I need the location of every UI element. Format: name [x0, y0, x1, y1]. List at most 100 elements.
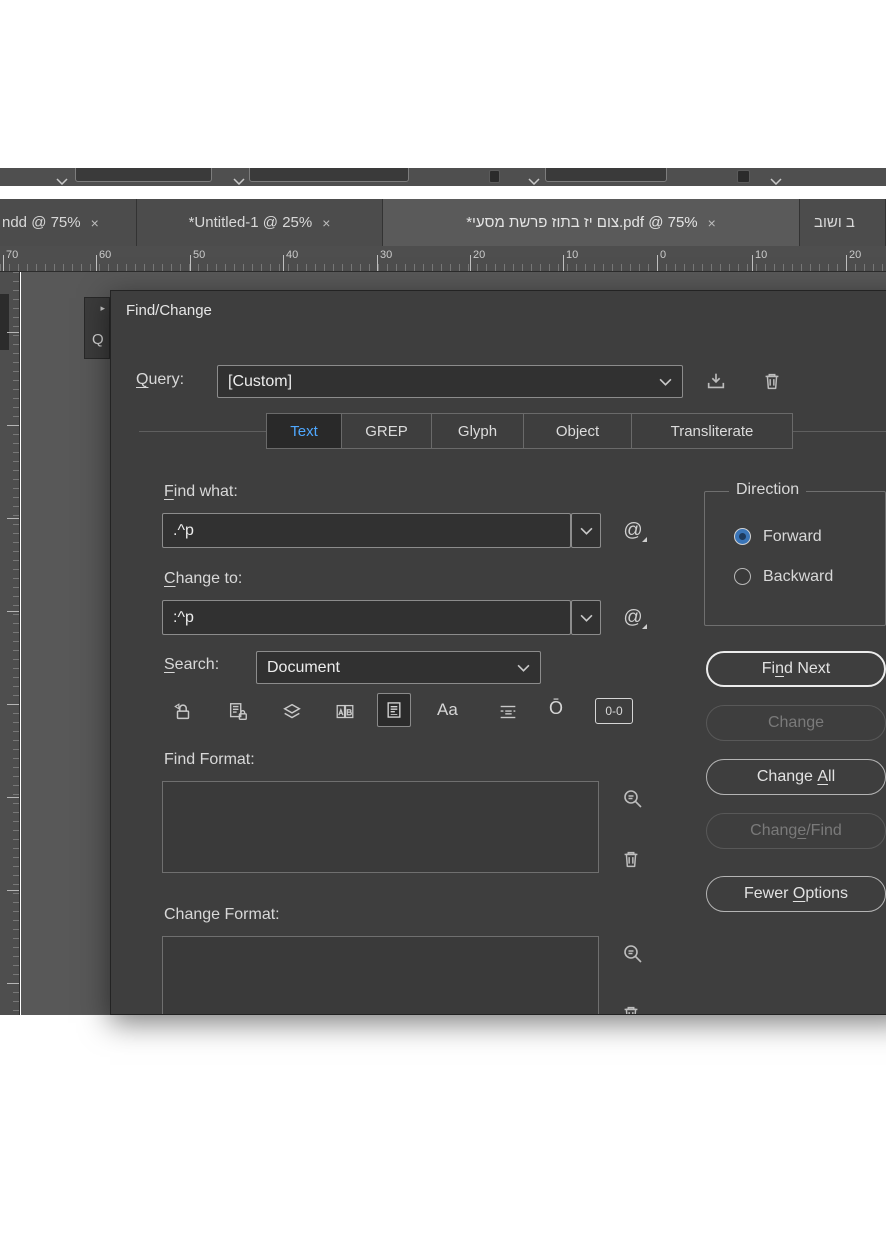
group-border: [139, 431, 266, 432]
query-dropdown[interactable]: [Custom]: [217, 365, 683, 398]
ruler-number: 0: [660, 249, 667, 261]
ruler-number: 10: [566, 249, 579, 261]
toolbar-dropdown-fragment[interactable]: [75, 168, 212, 182]
ruler-number: 10: [755, 249, 768, 261]
document-tab-label: ב ושוב: [814, 214, 855, 231]
find-what-label: Find what:: [164, 483, 238, 500]
screenshot-root: ndd @ 75% × *Untitled-1 @ 25% × *צום יז …: [0, 0, 886, 1240]
ruler-number: 40: [286, 249, 299, 261]
change-to-history-dropdown[interactable]: [571, 600, 601, 635]
toolbar-dropdown-fragment[interactable]: [545, 168, 667, 182]
close-icon[interactable]: ×: [91, 216, 99, 230]
find-format-label: Find Format:: [164, 751, 255, 768]
change-format-box[interactable]: [162, 936, 599, 1014]
find-what-history-dropdown[interactable]: [571, 513, 601, 548]
tab-text[interactable]: Text: [267, 414, 342, 448]
fewer-options-button[interactable]: Fewer Options: [706, 876, 886, 912]
change-to-label: Change to:: [164, 570, 243, 587]
search-scope-dropdown[interactable]: Document: [256, 651, 541, 684]
direction-forward-radio[interactable]: [734, 528, 751, 545]
ruler-number: 20: [849, 249, 862, 261]
save-query-icon[interactable]: [703, 367, 729, 395]
document-tab-label: ndd @ 75%: [2, 214, 81, 231]
case-sensitive-icon[interactable]: Aa: [437, 700, 458, 720]
ruler-number: 50: [193, 249, 206, 261]
toolbar-icon-fragment[interactable]: [737, 170, 750, 183]
ruler-number: 20: [473, 249, 486, 261]
document-tab-label: *Untitled-1 @ 25%: [188, 214, 313, 231]
delete-query-trash-icon[interactable]: [759, 367, 785, 395]
ruler-number: 30: [380, 249, 393, 261]
direction-group: [704, 491, 886, 626]
query-label: Query:: [136, 371, 185, 388]
special-characters-menu-icon[interactable]: @: [616, 517, 650, 545]
toolbar-fragment: [0, 168, 886, 186]
toolbar-icon-fragment[interactable]: [489, 170, 500, 183]
chevron-down-icon[interactable]: [528, 172, 540, 186]
panel-fragment[interactable]: ▸ Q: [84, 297, 110, 359]
close-icon[interactable]: ×: [322, 216, 330, 230]
document-tab[interactable]: ndd @ 75% ×: [0, 199, 137, 246]
clear-find-format-trash-icon[interactable]: [617, 845, 645, 873]
direction-label: Direction: [729, 481, 807, 499]
kashida-sensitive-icon[interactable]: Ō: [549, 698, 563, 719]
change-all-button[interactable]: Change All: [706, 759, 886, 795]
direction-backward-label[interactable]: Backward: [763, 568, 833, 586]
toolbar-dropdown-fragment[interactable]: [249, 168, 409, 182]
find-what-input[interactable]: .^p: [162, 513, 571, 548]
flyout-corner-icon: [642, 624, 647, 629]
include-locked-layers-icon[interactable]: [168, 697, 198, 727]
document-tab[interactable]: *צום יז בתוז פרשת מסעי.pdf @ 75% ×: [383, 199, 800, 246]
change-button[interactable]: Change: [706, 705, 886, 741]
document-tab-bar: ndd @ 75% × *Untitled-1 @ 25% × *צום יז …: [0, 199, 886, 246]
horizontal-ruler: 70 60 50 40 30 20 10 0 10 20: [0, 246, 886, 272]
find-change-dialog: Find/Change Query: [Custom] Text GREP Gl…: [110, 290, 886, 1015]
diacritic-positions-icon[interactable]: 0-0: [595, 698, 633, 724]
group-border: [791, 431, 886, 432]
whole-word-icon[interactable]: [493, 697, 523, 727]
ruler-minor-ticks: [0, 264, 886, 271]
vertical-ruler: [0, 272, 20, 1015]
find-next-button[interactable]: Fi n d Next: [706, 651, 886, 687]
chevron-down-icon[interactable]: [770, 172, 782, 186]
ruler-number: 70: [6, 249, 19, 261]
chevron-down-icon[interactable]: [56, 172, 68, 186]
search-scope-label: Search:: [164, 656, 220, 673]
dialog-title: Find/Change: [126, 302, 212, 319]
flyout-corner-icon: [642, 537, 647, 542]
change-find-button[interactable]: Chang e/Find: [706, 813, 886, 849]
chevron-down-icon[interactable]: [659, 378, 672, 386]
find-format-box[interactable]: [162, 781, 599, 873]
special-characters-menu-icon[interactable]: @: [616, 604, 650, 632]
direction-forward-label[interactable]: Forward: [763, 528, 822, 546]
change-to-input[interactable]: :^p: [162, 600, 571, 635]
flyout-arrow-icon: ▸: [100, 303, 105, 313]
include-locked-stories-icon[interactable]: [223, 697, 253, 727]
specify-change-attributes-icon[interactable]: [619, 940, 647, 968]
include-footnotes-icon[interactable]: [377, 693, 411, 727]
query-value: [Custom]: [228, 372, 293, 390]
panel-fragment-letter: Q: [92, 331, 104, 348]
include-hidden-layers-icon[interactable]: [277, 697, 307, 727]
change-format-label: Change Format:: [164, 906, 280, 923]
specify-find-attributes-icon[interactable]: [619, 785, 647, 813]
tab-grep[interactable]: GREP: [342, 414, 432, 448]
tab-transliterate[interactable]: Transliterate: [632, 414, 792, 448]
direction-backward-radio[interactable]: [734, 568, 751, 585]
panel-dock-edge: [0, 294, 9, 350]
document-tab-label: *צום יז בתוז פרשת מסעי.pdf @ 75%: [466, 214, 698, 231]
chevron-down-icon[interactable]: [517, 664, 530, 672]
chevron-down-icon[interactable]: [233, 172, 245, 186]
search-mode-tabs: Text GREP Glyph Object Transliterate: [266, 413, 793, 449]
include-master-pages-icon[interactable]: [330, 697, 360, 727]
tab-glyph[interactable]: Glyph: [432, 414, 524, 448]
document-tab[interactable]: ב ושוב: [800, 199, 886, 246]
close-icon[interactable]: ×: [708, 216, 716, 230]
document-tab[interactable]: *Untitled-1 @ 25% ×: [137, 199, 383, 246]
clear-change-format-trash-icon[interactable]: [617, 1000, 645, 1014]
change-to-value: :^p: [173, 608, 194, 626]
find-what-value: .^p: [173, 521, 194, 539]
search-scope-value: Document: [267, 658, 340, 676]
ruler-number: 60: [99, 249, 112, 261]
tab-object[interactable]: Object: [524, 414, 632, 448]
